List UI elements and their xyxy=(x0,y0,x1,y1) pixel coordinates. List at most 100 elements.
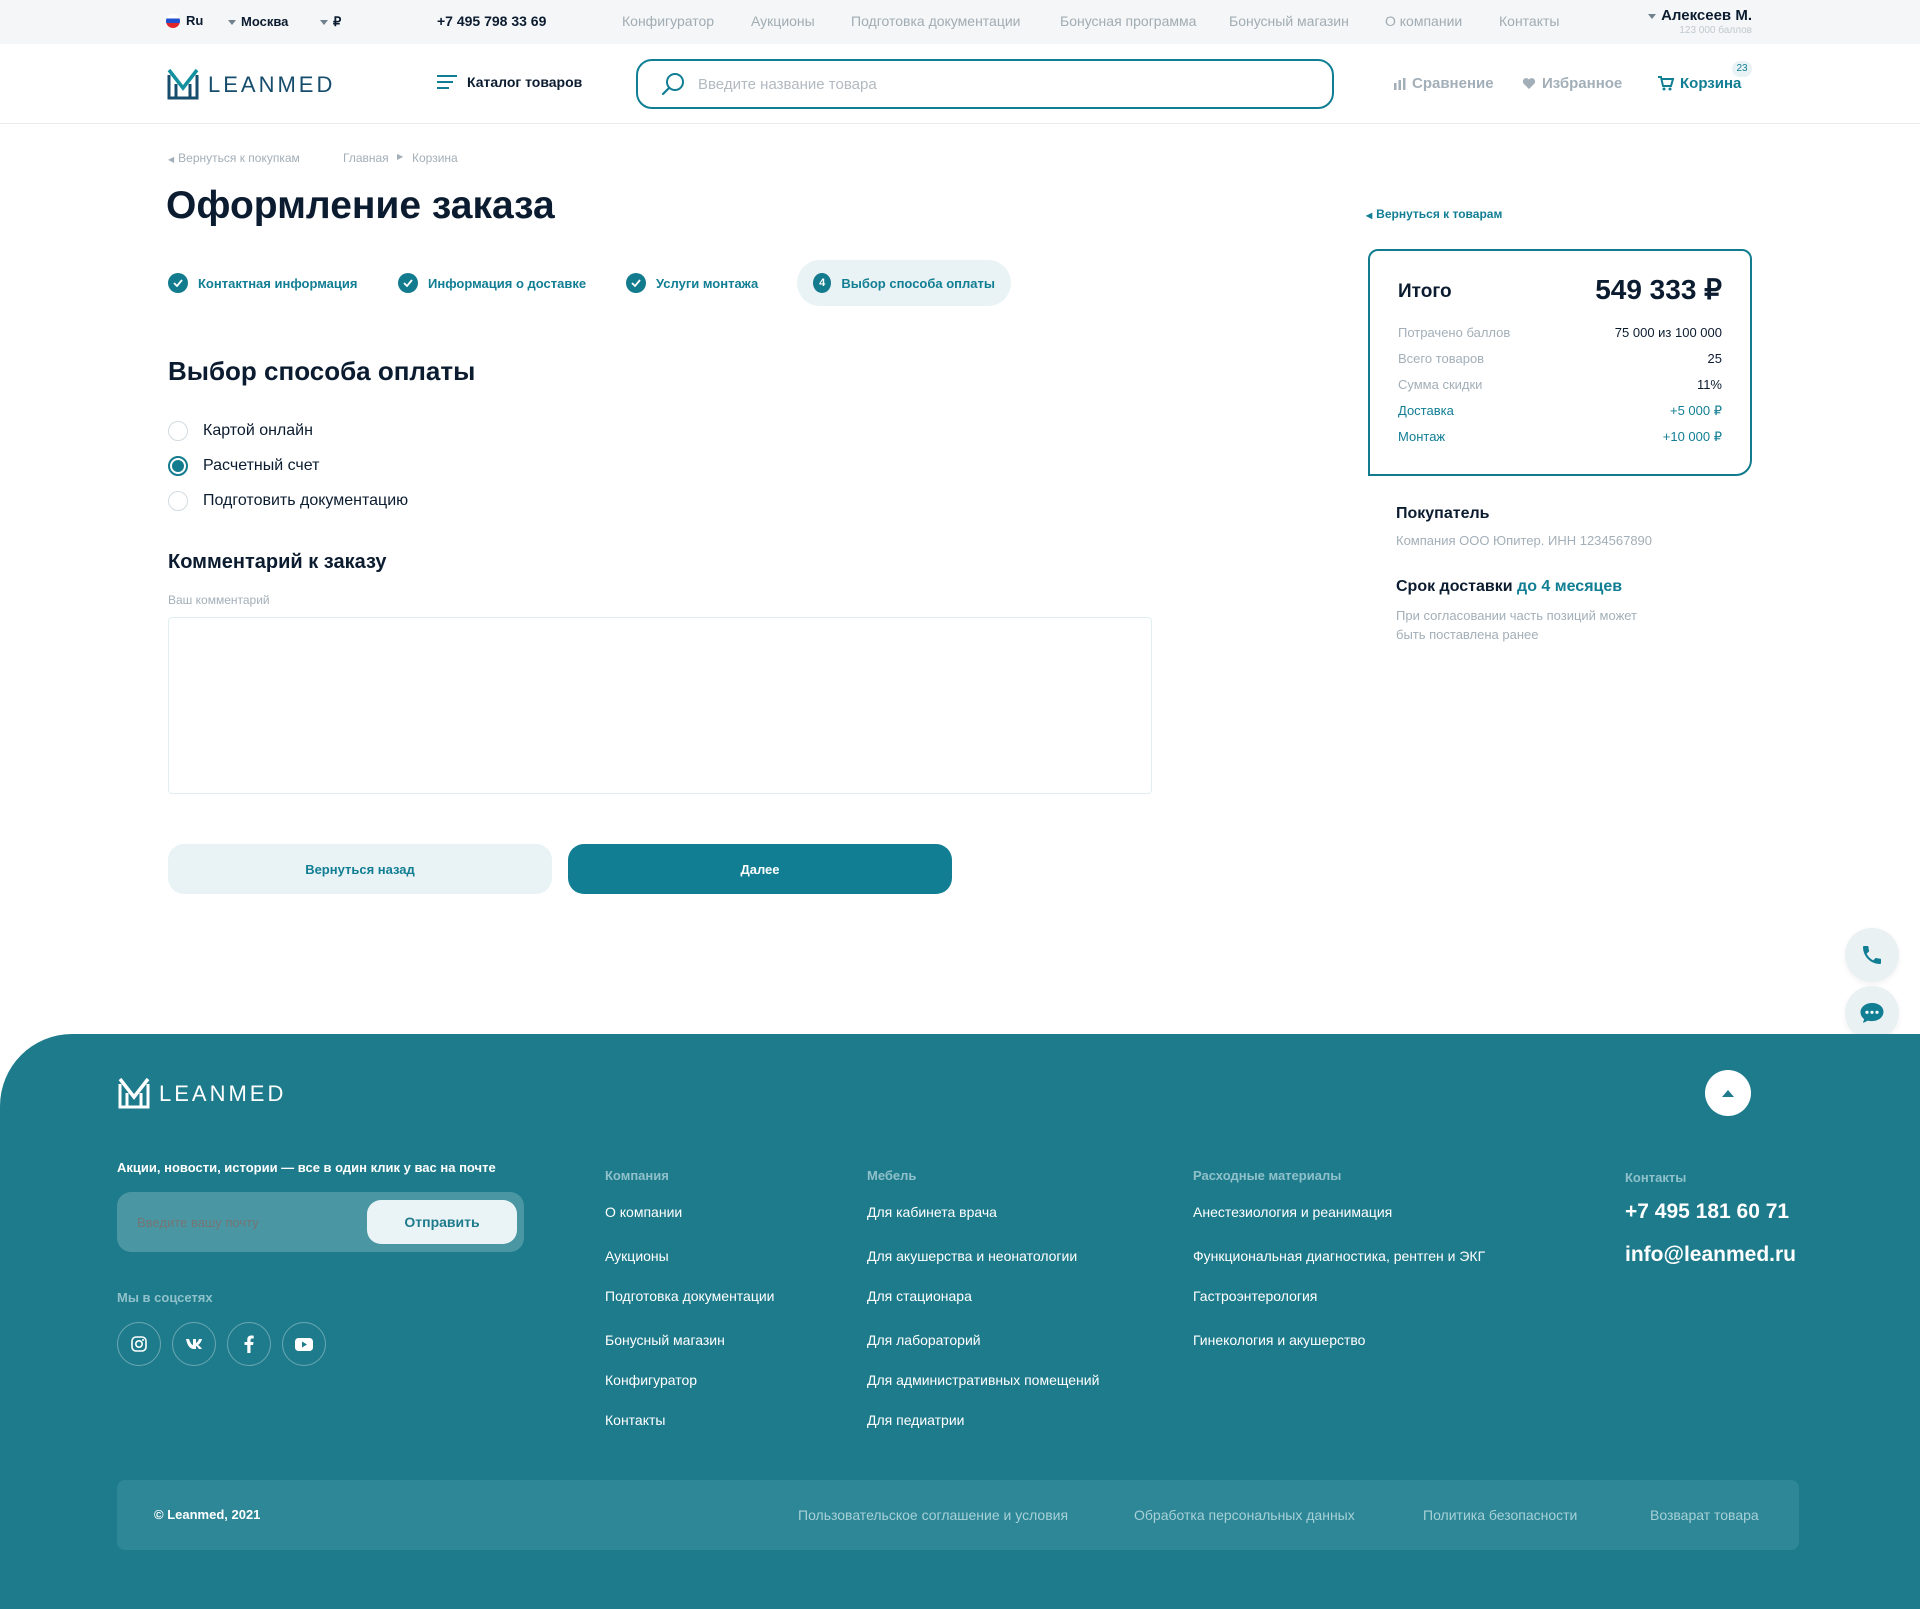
footer-link[interactable]: Бонусный магазин xyxy=(605,1332,725,1348)
back-to-products-link[interactable]: ◀ Вернуться к товарам xyxy=(1366,207,1502,221)
back-button[interactable]: Вернуться назад xyxy=(168,844,552,894)
footer-link[interactable]: Функциональная диагностика, рентген и ЭК… xyxy=(1193,1248,1485,1264)
leanmed-logo-icon xyxy=(167,68,199,100)
summary-row-installation: Монтаж +10 000 ₽ xyxy=(1398,429,1722,444)
footer-logo[interactable]: LEANMED xyxy=(117,1076,287,1110)
youtube-button[interactable] xyxy=(282,1322,326,1366)
delivery-note: При согласовании часть позиций может быт… xyxy=(1396,608,1638,642)
arrow-up-icon xyxy=(1722,1089,1734,1097)
chevron-down-icon xyxy=(320,19,328,25)
footer-link[interactable]: Для педиатрии xyxy=(867,1412,965,1428)
check-icon xyxy=(626,273,646,293)
currency-selector[interactable]: ₽ xyxy=(320,13,341,30)
user-name: Алексеев М. xyxy=(1661,7,1752,24)
logo[interactable]: LEANMED xyxy=(166,67,336,101)
subscribe-button[interactable]: Отправить xyxy=(367,1200,517,1244)
cart-link[interactable]: Корзина xyxy=(1658,75,1741,92)
footer-link[interactable]: Аукционы xyxy=(605,1248,669,1264)
top-nav-bonus-shop[interactable]: Бонусный магазин xyxy=(1229,13,1349,29)
search-input[interactable] xyxy=(698,73,1298,95)
catalog-button[interactable]: Каталог товаров xyxy=(437,74,582,90)
footer-link[interactable]: Анестезиология и реанимация xyxy=(1193,1204,1392,1220)
radio-button-selected[interactable] xyxy=(168,456,188,476)
step-installation[interactable]: Услуги монтажа xyxy=(626,260,758,306)
copyright: © Leanmed, 2021 xyxy=(154,1507,261,1522)
favorites-link[interactable]: Избранное xyxy=(1522,75,1622,92)
top-nav-documentation[interactable]: Подготовка документации xyxy=(851,13,1021,29)
footer-link[interactable]: Конфигуратор xyxy=(605,1372,697,1388)
footer-link[interactable]: Гинекология и акушерство xyxy=(1193,1332,1365,1348)
comment-textarea[interactable] xyxy=(168,617,1152,794)
breadcrumb-home[interactable]: Главная xyxy=(343,151,389,165)
footer-link[interactable]: О компании xyxy=(605,1204,682,1220)
chat-icon xyxy=(1860,1003,1884,1023)
page-title: Оформление заказа xyxy=(166,184,555,227)
legal-link-personal-data[interactable]: Обработка персональных данных xyxy=(1134,1507,1355,1523)
summary-row-discount: Сумма скидки 11% xyxy=(1398,377,1722,392)
payment-option-documentation[interactable]: Подготовить документацию xyxy=(168,491,408,511)
top-nav-about[interactable]: О компании xyxy=(1385,13,1462,29)
chat-button[interactable] xyxy=(1845,986,1899,1040)
footer-link[interactable]: Для кабинета врача xyxy=(867,1204,997,1220)
chevron-down-icon xyxy=(1648,13,1657,19)
instagram-button[interactable] xyxy=(117,1322,161,1366)
payment-section-title: Выбор способа оплаты xyxy=(168,356,476,386)
email-input[interactable] xyxy=(137,1212,357,1232)
logo-text: LEANMED xyxy=(208,72,336,97)
leanmed-logo-icon xyxy=(118,1077,150,1109)
step-delivery-info[interactable]: Информация о доставке xyxy=(398,260,586,306)
top-nav-configurator[interactable]: Конфигуратор xyxy=(622,13,714,29)
footer-link[interactable]: Гастроэнтерология xyxy=(1193,1288,1317,1304)
language-selector[interactable]: Ru xyxy=(166,13,203,28)
footer-phone[interactable]: +7 495 181 60 71 xyxy=(1625,1200,1789,1224)
footer-col-title-furniture: Мебель xyxy=(867,1168,917,1183)
comment-section-title: Комментарий к заказу xyxy=(168,551,387,573)
compare-link[interactable]: Сравнение xyxy=(1394,75,1494,92)
facebook-button[interactable] xyxy=(227,1322,271,1366)
top-nav-auctions[interactable]: Аукционы xyxy=(751,13,815,29)
next-button[interactable]: Далее xyxy=(568,844,952,894)
summary-row-delivery: Доставка +5 000 ₽ xyxy=(1398,403,1722,418)
footer-link[interactable]: Для акушерства и неонатологии xyxy=(867,1248,1077,1264)
call-button[interactable] xyxy=(1845,928,1899,982)
footer-link[interactable]: Подготовка документации xyxy=(605,1288,775,1304)
footer-link[interactable]: Для лабораторий xyxy=(867,1332,981,1348)
step-contact-info[interactable]: Контактная информация xyxy=(168,260,357,306)
top-nav-contacts[interactable]: Контакты xyxy=(1499,13,1559,29)
legal-link-security[interactable]: Политика безопасности xyxy=(1423,1507,1577,1523)
total-value: 549 333 ₽ xyxy=(1595,274,1722,305)
chevron-left-icon: ◀ xyxy=(1366,211,1373,220)
footer-col-title-contacts: Контакты xyxy=(1625,1170,1687,1185)
vk-icon xyxy=(186,1339,202,1349)
compare-chart-icon xyxy=(1394,77,1406,90)
scroll-to-top-button[interactable] xyxy=(1705,1070,1751,1116)
city-selector[interactable]: Москва xyxy=(228,13,288,29)
chevron-down-icon xyxy=(228,19,236,25)
main-header: LEANMED Каталог товаров Сравнение Избран… xyxy=(0,44,1920,124)
step-payment-method[interactable]: 4 Выбор способа оплаты xyxy=(797,260,1011,306)
footer-email[interactable]: info@leanmed.ru xyxy=(1625,1243,1796,1267)
footer-bottom-bar: © Leanmed, 2021 Пользовательское соглаше… xyxy=(117,1480,1799,1550)
vk-button[interactable] xyxy=(172,1322,216,1366)
footer-link[interactable]: Для стационара xyxy=(867,1288,972,1304)
social-title: Мы в соцсетях xyxy=(117,1290,213,1305)
step-number: 4 xyxy=(813,273,832,293)
top-nav-bonus-program[interactable]: Бонусная программа xyxy=(1060,13,1196,29)
newsletter-form: Отправить xyxy=(117,1192,524,1252)
footer-link[interactable]: Контакты xyxy=(605,1412,665,1428)
footer-link[interactable]: Для административных помещений xyxy=(867,1372,1099,1388)
comment-label: Ваш комментарий xyxy=(168,593,270,607)
user-menu[interactable]: Алексеев М. 123 000 баллов xyxy=(1640,7,1752,36)
radio-button[interactable] xyxy=(168,491,188,511)
radio-button[interactable] xyxy=(168,421,188,441)
payment-option-invoice[interactable]: Расчетный счет xyxy=(168,456,319,476)
payment-option-card[interactable]: Картой онлайн xyxy=(168,421,313,441)
breadcrumb-current: Корзина xyxy=(412,151,458,165)
back-to-shopping-link[interactable]: ◀ Вернуться к покупкам xyxy=(168,151,300,165)
delivery-term: Срок доставки до 4 месяцев xyxy=(1396,578,1623,595)
legal-link-returns[interactable]: Возварат товара xyxy=(1650,1507,1759,1523)
phone-icon xyxy=(1863,946,1881,964)
top-phone[interactable]: +7 495 798 33 69 xyxy=(437,13,546,29)
legal-link-terms[interactable]: Пользовательское соглашение и условия xyxy=(798,1507,1068,1523)
order-summary-card: Итого 549 333 ₽ Потрачено баллов 75 000 … xyxy=(1368,249,1752,476)
